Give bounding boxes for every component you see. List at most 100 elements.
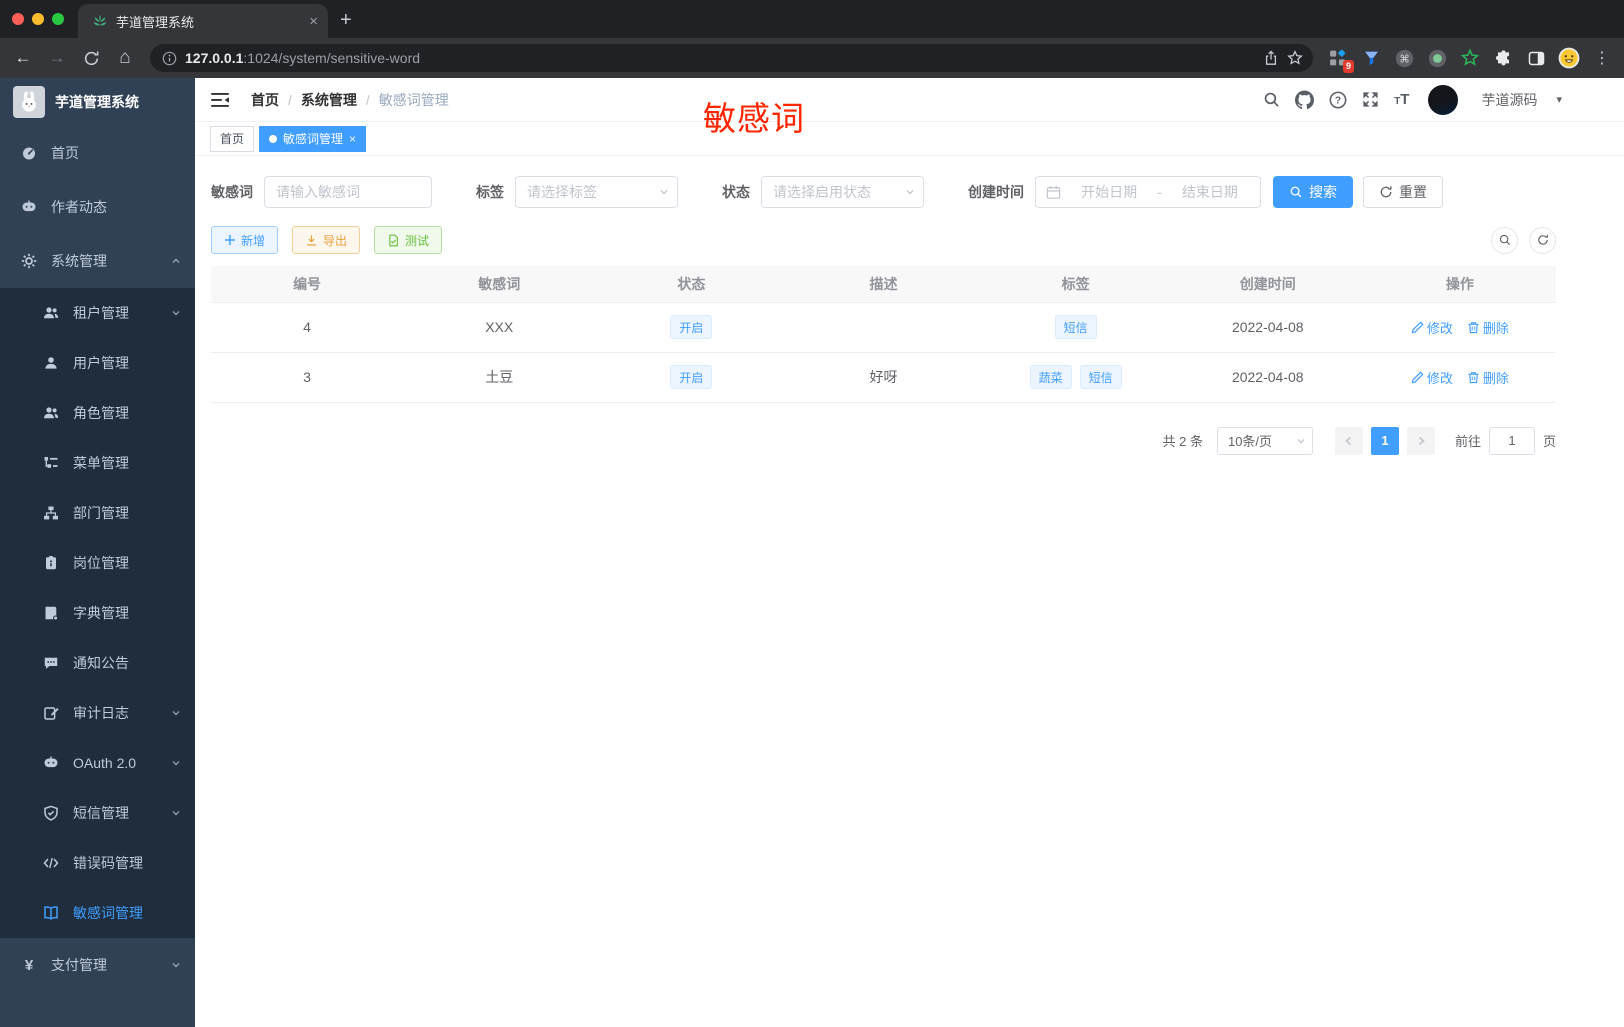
back-button[interactable]: ← <box>8 43 38 73</box>
tab-title: 芋道管理系统 <box>116 14 195 30</box>
tab-close-icon[interactable]: × <box>309 13 318 30</box>
page-1-button[interactable]: 1 <box>1370 426 1399 455</box>
address-bar[interactable]: 127.0.0.1:1024/system/sensitive-word <box>150 44 1313 72</box>
pen-icon <box>1411 370 1424 384</box>
next-page-button[interactable] <box>1406 426 1435 455</box>
rabbit-logo-avatar <box>13 86 45 118</box>
prev-page-button[interactable] <box>1334 426 1363 455</box>
browser-toolbar: ← → ⌂ 127.0.0.1:1024/system/sensitive-wo… <box>0 38 1624 78</box>
new-tab-button[interactable]: + <box>340 9 352 38</box>
dashboard-icon <box>20 145 38 161</box>
share-icon[interactable] <box>1263 50 1279 66</box>
font-size-icon[interactable]: TT <box>1394 92 1409 107</box>
sidebar-item-支付管理[interactable]: ¥ 支付管理 <box>0 938 195 992</box>
add-button[interactable]: 新增 <box>211 226 279 254</box>
tag-view-首页[interactable]: 首页 <box>210 125 255 152</box>
browser-tab[interactable]: 芋道管理系统 × <box>78 4 328 38</box>
page-content: 敏感词 标签 请选择标签 状态 请选择启用状态 <box>195 156 1624 1027</box>
chevron-down-icon <box>171 308 181 318</box>
caret-down-icon[interactable]: ▾ <box>1556 93 1562 106</box>
favicon-leaf-icon <box>92 13 108 29</box>
delete-link[interactable]: 删除 <box>1467 368 1509 387</box>
sidebar-item-label: OAuth 2.0 <box>73 755 137 771</box>
search-icon[interactable] <box>1263 91 1280 108</box>
sidebar-item-系统管理[interactable]: 系统管理 <box>0 234 195 288</box>
sidebar-item-通知公告[interactable]: 通知公告 <box>0 638 195 688</box>
test-button[interactable]: 测试 <box>374 226 443 254</box>
bookmark-star-icon[interactable] <box>1287 50 1303 66</box>
show-search-toggle-button[interactable] <box>1491 226 1518 254</box>
export-button[interactable]: 导出 <box>292 226 361 254</box>
minimize-window-button[interactable] <box>32 13 44 25</box>
green-star-icon[interactable] <box>1459 47 1481 69</box>
sidebar-item-首页[interactable]: 首页 <box>0 126 195 180</box>
puzzle-icon[interactable] <box>1492 47 1514 69</box>
menu-fold-icon[interactable] <box>211 92 229 108</box>
side-panel-icon[interactable] <box>1525 47 1547 69</box>
sidebar-item-label: 支付管理 <box>51 957 107 973</box>
reload-button[interactable] <box>76 43 106 73</box>
sidebar-item-label: 通知公告 <box>73 655 129 671</box>
keyword-input[interactable] <box>265 177 431 207</box>
user-name[interactable]: 芋道源码 <box>1481 90 1537 110</box>
sidebar-item-租户管理[interactable]: 租户管理 <box>0 288 195 338</box>
sidebar-item-OAuth 2.0[interactable]: OAuth 2.0 <box>0 738 195 788</box>
goto-page-input[interactable] <box>1488 426 1535 455</box>
funnel-icon[interactable] <box>1360 47 1382 69</box>
close-window-button[interactable] <box>12 13 24 25</box>
trash-icon <box>1467 321 1480 334</box>
delete-link[interactable]: 删除 <box>1467 318 1509 337</box>
tag-view-label: 敏感词管理 <box>283 132 344 146</box>
sidebar-item-字典管理[interactable]: 字典管理 <box>0 588 195 638</box>
tag-select[interactable]: 请选择标签 <box>515 176 678 208</box>
sidebar-item-审计日志[interactable]: 审计日志 <box>0 688 195 738</box>
status-select[interactable]: 请选择启用状态 <box>761 176 924 208</box>
sidebar-item-岗位管理[interactable]: 岗位管理 <box>0 538 195 588</box>
sidebar-item-作者动态[interactable]: 作者动态 <box>0 180 195 234</box>
fullscreen-icon[interactable] <box>1362 91 1379 108</box>
extensions-grid-icon[interactable]: 9 <box>1327 47 1354 73</box>
sidebar-item-用户管理[interactable]: 用户管理 <box>0 338 195 388</box>
refresh-table-button[interactable] <box>1529 226 1556 254</box>
user-icon <box>42 355 60 371</box>
sidebar-item-label: 作者动态 <box>51 199 107 215</box>
app-title: 芋道管理系统 <box>55 94 139 110</box>
reset-button[interactable]: 重置 <box>1363 176 1443 208</box>
sidebar-item-label: 短信管理 <box>73 805 129 821</box>
keyword-label: 敏感词 <box>211 184 253 200</box>
app-logo-row[interactable]: 芋道管理系统 <box>0 78 195 126</box>
gear-icon <box>20 253 38 269</box>
users-icon <box>42 305 60 321</box>
sidebar-item-菜单管理[interactable]: 菜单管理 <box>0 438 195 488</box>
tag-close-icon[interactable]: × <box>349 132 356 146</box>
tag-view-敏感词管理[interactable]: 敏感词管理 × <box>259 125 367 152</box>
profile-emoji-icon[interactable] <box>1558 47 1580 69</box>
user-avatar[interactable] <box>1428 84 1459 115</box>
browser-menu-dots-icon[interactable]: ⋮ <box>1588 48 1612 68</box>
edit-link[interactable]: 修改 <box>1411 318 1453 337</box>
site-info-icon[interactable] <box>162 51 177 66</box>
edit-link[interactable]: 修改 <box>1411 368 1453 387</box>
sidebar-item-错误码管理[interactable]: 错误码管理 <box>0 838 195 888</box>
page-size-select[interactable]: 10条/页 <box>1216 426 1313 455</box>
cell-tags: 蔬菜 短信 <box>979 352 1172 403</box>
date-range-picker[interactable]: 开始日期 - 结束日期 <box>1035 176 1261 208</box>
search-button[interactable]: 搜索 <box>1273 176 1353 208</box>
chevron-down-icon <box>171 708 181 718</box>
tree-icon <box>42 455 60 471</box>
forward-button[interactable]: → <box>42 43 72 73</box>
record-circle-icon[interactable] <box>1426 47 1448 69</box>
users-icon <box>42 405 60 421</box>
home-button[interactable]: ⌂ <box>110 43 140 73</box>
help-icon[interactable]: ? <box>1329 91 1347 109</box>
breadcrumb-system[interactable]: 系统管理 <box>301 90 357 110</box>
command-circle-icon[interactable]: ⌘ <box>1393 47 1415 69</box>
table-row: 3 土豆 开启 好呀 蔬菜 短信 2022-04-08 修改 删除 <box>211 352 1556 403</box>
sidebar-item-角色管理[interactable]: 角色管理 <box>0 388 195 438</box>
sidebar-item-部门管理[interactable]: 部门管理 <box>0 488 195 538</box>
sidebar-item-敏感词管理[interactable]: 敏感词管理 <box>0 888 195 938</box>
github-icon[interactable] <box>1295 90 1315 109</box>
sidebar-item-短信管理[interactable]: 短信管理 <box>0 788 195 838</box>
breadcrumb-home[interactable]: 首页 <box>251 90 279 110</box>
zoom-window-button[interactable] <box>52 13 64 25</box>
